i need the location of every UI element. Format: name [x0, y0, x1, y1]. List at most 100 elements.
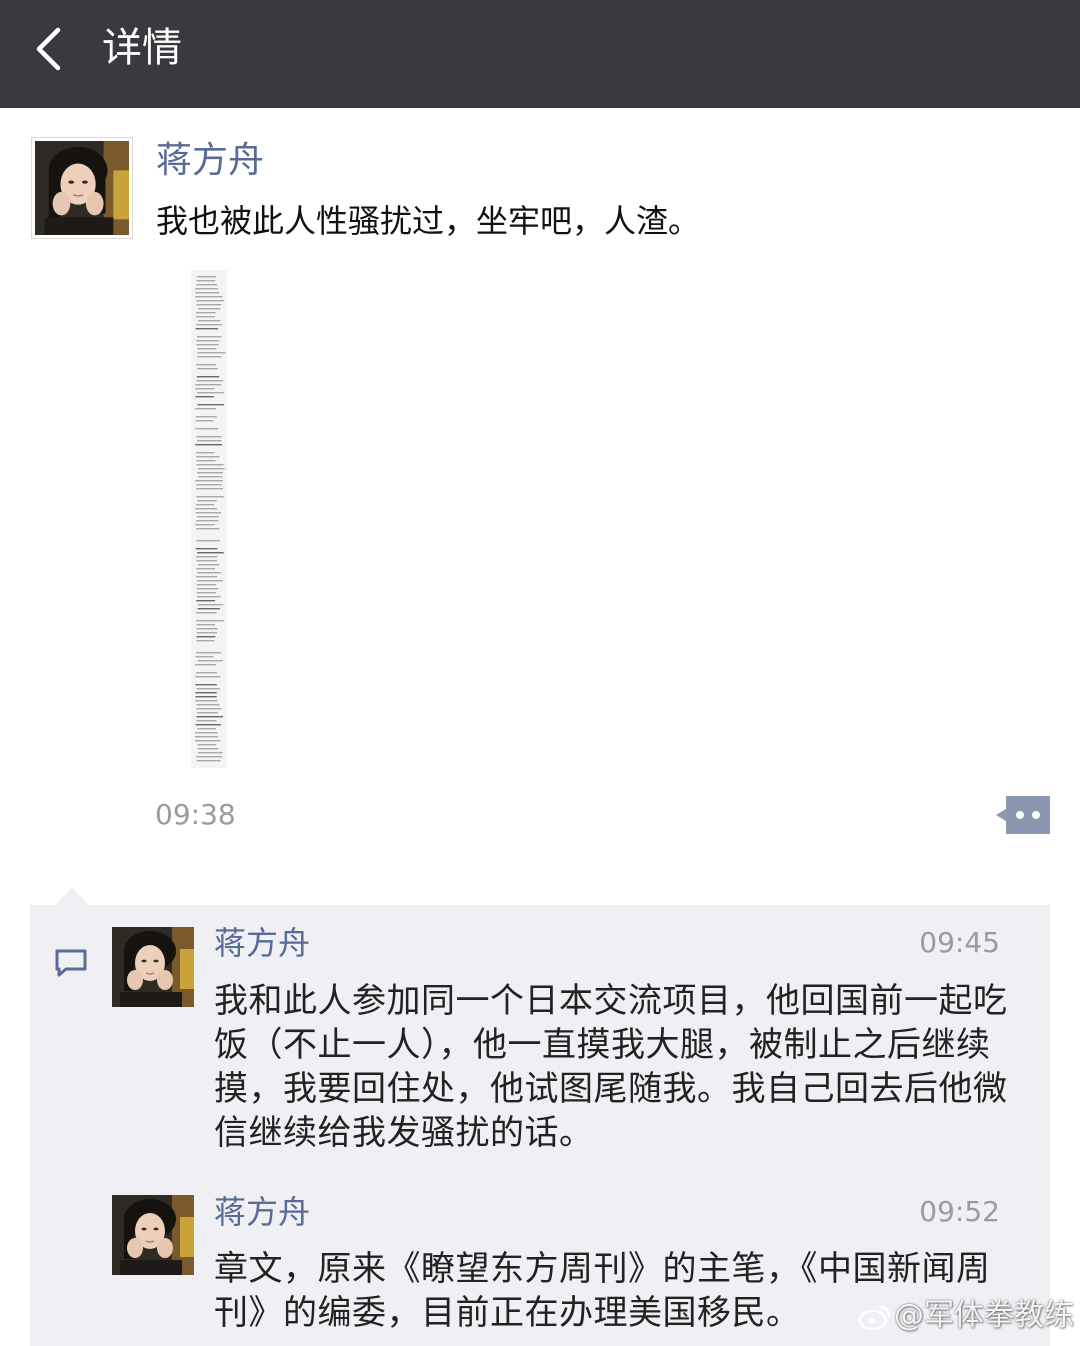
thumbnail-text-line — [197, 468, 225, 470]
thumbnail-text-line — [196, 312, 216, 314]
thumbnail-text-line — [196, 688, 220, 690]
thumbnail-text-line — [196, 560, 217, 562]
thumbnail-text-line — [195, 684, 217, 686]
thumbnail-text-line — [197, 336, 222, 338]
more-dots-icon — [996, 796, 1050, 834]
post-author-name[interactable]: 蒋方舟 — [156, 138, 264, 184]
thumbnail-text-line — [196, 280, 216, 282]
thumbnail-text-line — [198, 476, 223, 478]
thumbnail-text-line — [196, 708, 222, 710]
comment-bubble-icon — [54, 947, 88, 979]
thumbnail-text-line — [197, 564, 220, 566]
thumbnail-text-line — [196, 488, 224, 490]
thumbnail-text-line — [196, 464, 224, 466]
thumbnail-text-line — [196, 364, 217, 366]
thumbnail-text-line — [195, 396, 214, 398]
thumbnail-text-line — [197, 604, 224, 606]
comment-timestamp: 09:52 — [919, 1195, 1000, 1228]
thumbnail-text-line — [196, 612, 217, 614]
thumbnail-text-line — [195, 524, 215, 526]
thumbnail-text-line — [196, 628, 218, 630]
thumbnail-text-line — [196, 324, 222, 326]
thumbnail-text-line — [196, 620, 224, 622]
thumbnail-text-line — [195, 420, 214, 422]
comment-text[interactable]: 我和此人参加同一个日本交流项目，他回国前一起吃饭（不止一人），他一直摸我大腿，被… — [214, 979, 1014, 1155]
comment-panel-arrow — [54, 888, 90, 906]
thumbnail-text-line — [196, 588, 219, 590]
thumbnail-text-line — [197, 552, 224, 554]
thumbnail-text-line — [195, 508, 217, 510]
thumbnail-text-line — [195, 444, 222, 446]
weibo-icon — [858, 1305, 891, 1330]
comment-timestamp: 09:45 — [919, 926, 1000, 959]
thumbnail-text-line — [195, 740, 221, 742]
thumbnail-text-line — [198, 308, 221, 310]
thumbnail-text-line — [196, 652, 221, 654]
thumbnail-text-line — [196, 380, 224, 382]
weibo-watermark: @军体拳教练 — [858, 1296, 1074, 1336]
thumbnail-text-line — [195, 452, 215, 454]
thumbnail-text-line — [197, 404, 224, 406]
thumbnail-text-line — [195, 388, 215, 390]
post-timestamp: 09:38 — [155, 798, 236, 831]
thumbnail-text-line — [196, 672, 218, 674]
thumbnail-text-line — [196, 340, 220, 342]
thumbnail-text-line — [197, 744, 217, 746]
comment-avatar[interactable] — [112, 1195, 194, 1275]
comment-author-name[interactable]: 蒋方舟 — [214, 922, 310, 964]
comment-avatar[interactable] — [112, 927, 194, 1007]
thumbnail-text-line — [195, 428, 219, 430]
thumbnail-text-line — [195, 664, 217, 666]
thumbnail-text-line — [195, 736, 219, 738]
thumbnail-text-line — [195, 328, 219, 330]
thumbnail-text-line — [195, 724, 221, 726]
comment-author-name[interactable]: 蒋方舟 — [214, 1191, 310, 1233]
thumbnail-text-line — [196, 316, 215, 318]
thumbnail-text-line — [196, 756, 223, 758]
thumbnail-text-line — [195, 296, 223, 298]
thumbnail-text-line — [197, 320, 221, 322]
thumbnail-text-line — [195, 656, 214, 658]
thumbnail-text-line — [197, 608, 220, 610]
post-text: 我也被此人性骚扰过，坐牢吧，人渣。 — [156, 202, 701, 240]
thumbnail-text-line — [197, 500, 217, 502]
thumbnail-text-line — [197, 596, 221, 598]
thumbnail-text-line — [197, 572, 222, 574]
thumbnail-text-line — [195, 288, 219, 290]
more-actions-button[interactable] — [996, 796, 1050, 834]
thumbnail-text-line — [196, 640, 215, 642]
thumbnail-text-line — [196, 716, 224, 718]
post-image-thumbnail[interactable] — [191, 270, 227, 768]
watermark-text: @军体拳教练 — [894, 1298, 1074, 1333]
thumbnail-text-line — [195, 676, 221, 678]
thumbnail-text-line — [196, 456, 220, 458]
thumbnail-text-line — [196, 540, 220, 542]
thumbnail-text-line — [197, 712, 218, 714]
thumbnail-text-line — [197, 368, 218, 370]
post-author-avatar[interactable] — [31, 137, 133, 239]
thumbnail-text-line — [196, 460, 216, 462]
thumbnail-text-line — [196, 632, 217, 634]
thumbnail-text-line — [195, 504, 215, 506]
thumbnail-text-line — [196, 704, 220, 706]
comment-panel: 蒋方舟 09:45 我和此人参加同一个日本交流项目，他回国前一起吃饭（不止一人）… — [30, 905, 1050, 1346]
thumbnail-text-line — [196, 516, 219, 518]
thumbnail-text-line — [196, 760, 221, 762]
thumbnail-text-line — [196, 276, 216, 278]
thumbnail-text-line — [196, 484, 222, 486]
thumbnail-text-line — [195, 556, 218, 558]
thumbnail-text-line — [196, 304, 222, 306]
thumbnail-text-line — [195, 548, 218, 550]
thumbnail-text-line — [196, 528, 220, 530]
thumbnail-text-line — [196, 636, 216, 638]
back-chevron-icon[interactable] — [30, 26, 70, 72]
thumbnail-text-line — [196, 520, 219, 522]
thumbnail-text-line — [195, 292, 220, 294]
thumbnail-text-line — [195, 692, 217, 694]
thumbnail-text-line — [196, 576, 218, 578]
thumbnail-text-line — [197, 472, 223, 474]
thumbnail-text-line — [197, 356, 222, 358]
thumbnail-text-line — [195, 700, 218, 702]
thumbnail-text-line — [195, 408, 216, 410]
thumbnail-text-line — [196, 720, 217, 722]
